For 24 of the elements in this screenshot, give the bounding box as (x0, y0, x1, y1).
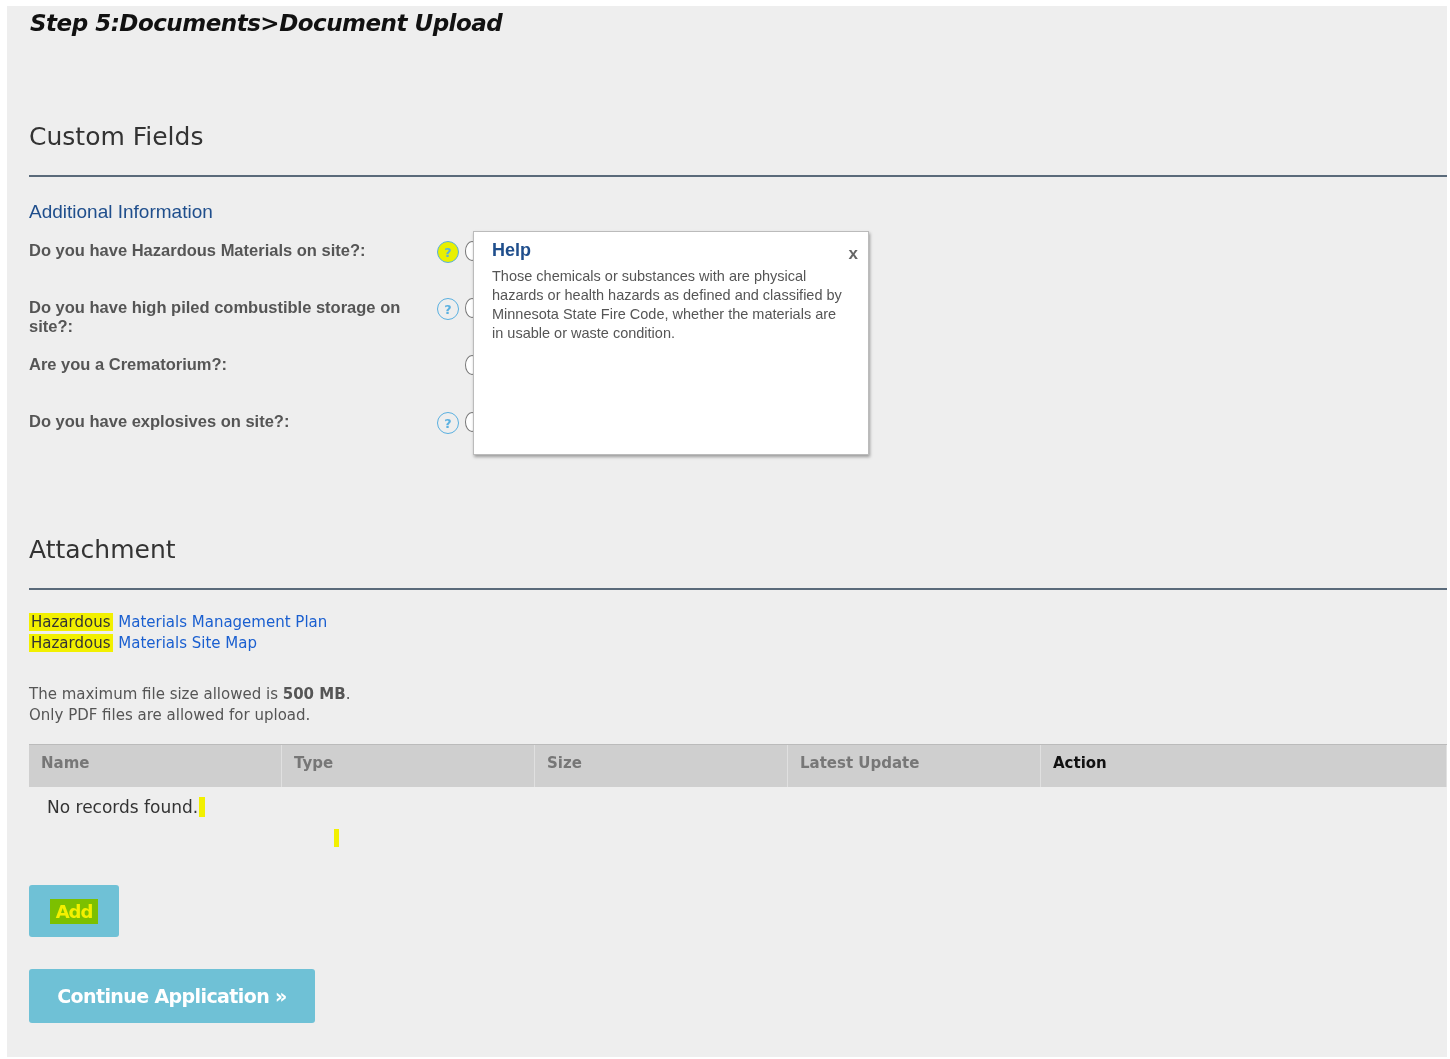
help-icon[interactable]: ? (437, 241, 459, 263)
column-header: Type (282, 745, 535, 787)
empty-message: No records found. (47, 797, 199, 817)
field-label: Are you a Crematorium?: (29, 355, 229, 374)
column-header: Latest Update (788, 745, 1041, 787)
upload-note: Only PDF files are allowed for upload. (29, 705, 312, 726)
step-title: Step 5:Documents>Document Upload (30, 10, 504, 36)
section-heading: Custom Fields (29, 122, 205, 151)
popup-title: Help (492, 240, 532, 261)
subsection-heading: Additional Information (29, 201, 214, 223)
field-label: Do you have Hazardous Materials on site?: (29, 241, 367, 260)
document-link[interactable]: Hazardous Materials Management Plan (29, 612, 328, 633)
section-heading: Attachment (29, 535, 177, 564)
column-header: Size (535, 745, 788, 787)
help-text: Those chemicals or substances with are physical hazards or health hazards as defined and classified by Minnesota State Fire Code, whether the materials are in usable or waste condition. (492, 267, 843, 343)
close-button[interactable]: x (848, 244, 858, 264)
column-header: Action (1041, 745, 1447, 787)
add-button[interactable]: Add (29, 885, 119, 937)
document-link[interactable]: Hazardous Materials Site Map (29, 633, 257, 654)
column-header: Name (29, 745, 282, 787)
upload-note: The maximum file size allowed is 500 MB. (29, 684, 352, 705)
field-label: Do you have high piled combustible storage on site?: (29, 298, 402, 336)
field-label: Do you have explosives on site?: (29, 412, 291, 431)
continue-button[interactable]: Continue Application » (29, 969, 315, 1023)
